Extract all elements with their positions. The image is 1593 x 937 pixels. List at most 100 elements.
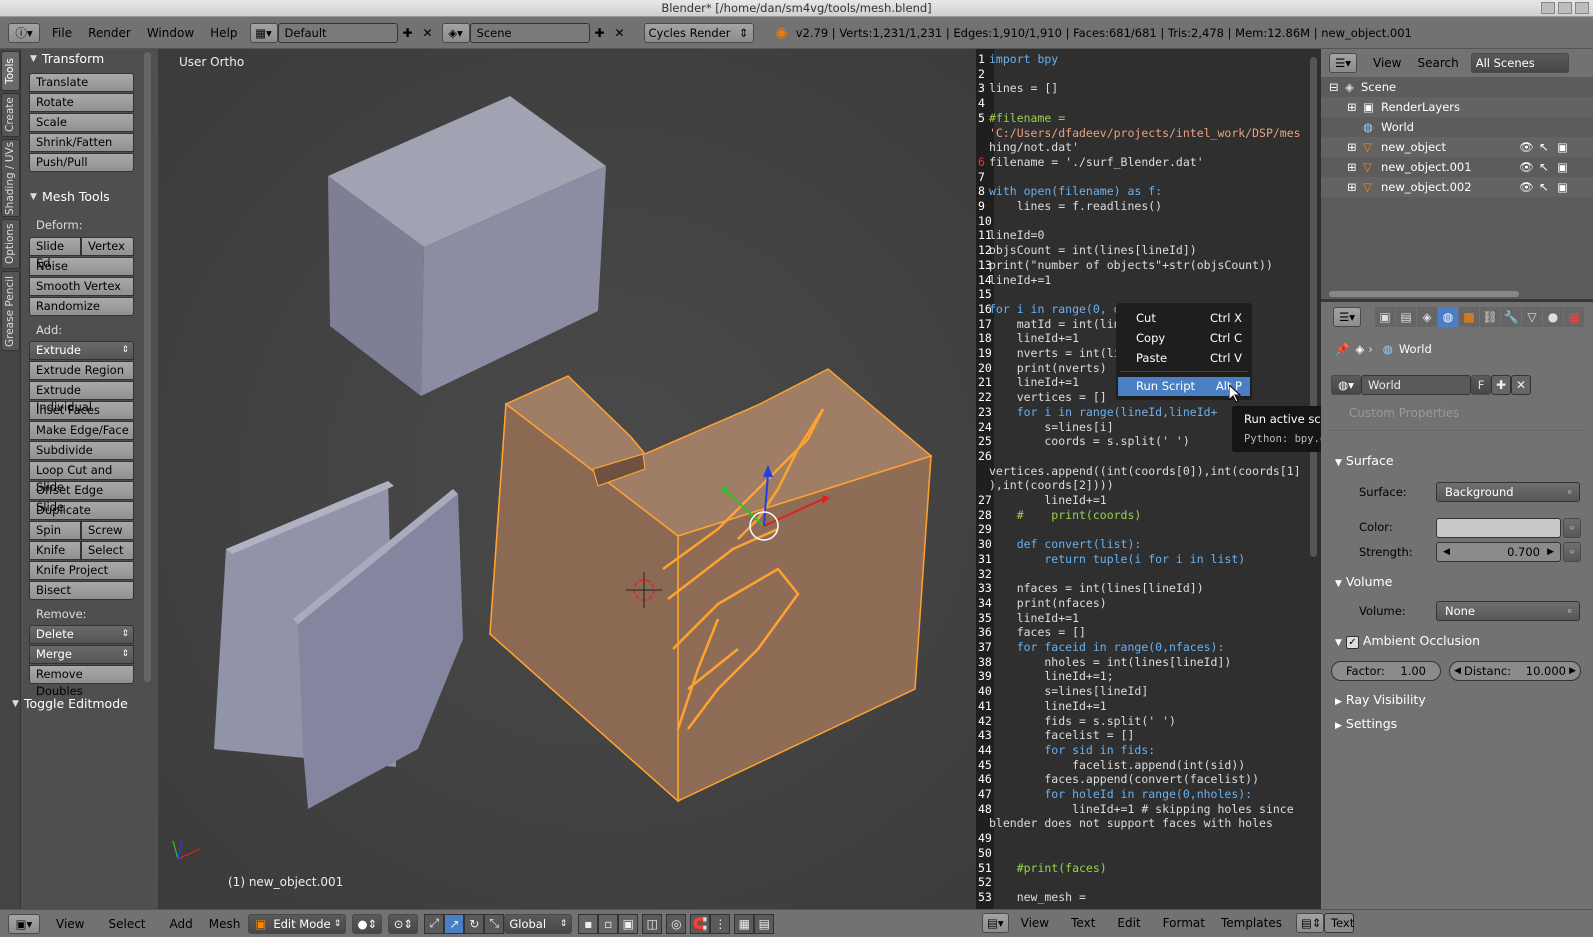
ao-checkbox[interactable]: ✓ — [1345, 636, 1359, 649]
snap-element-icon[interactable]: ⋮ — [710, 913, 731, 934]
text-menu-templates[interactable]: Templates — [1221, 916, 1282, 930]
volume-shader-dropdown[interactable]: None ◦ — [1436, 601, 1580, 621]
scene-tab-icon[interactable]: ◈ — [1417, 307, 1437, 327]
text-editor-scrollbar[interactable] — [1310, 57, 1317, 557]
add-scene-icon[interactable]: ✚ — [590, 23, 610, 43]
code-line[interactable]: lines = f.readlines() — [989, 199, 1309, 214]
code-line[interactable] — [989, 831, 1309, 846]
code-line[interactable]: hing/not.dat' — [989, 140, 1309, 155]
select-arrow-icon[interactable]: ↖ — [1539, 157, 1549, 177]
data-tab-icon[interactable]: ▽ — [1522, 307, 1542, 327]
outliner-row-new-object[interactable]: ⊞ ▽ new_object 👁 ↖ ▣ — [1321, 137, 1593, 157]
decrement-arrow-icon[interactable]: ◀ — [1454, 662, 1461, 680]
render-camera-icon[interactable]: ▣ — [1557, 137, 1568, 157]
code-line[interactable]: ),int(coords[2]))) — [989, 478, 1309, 493]
add-layout-icon[interactable]: ✚ — [398, 23, 418, 43]
pin-icon[interactable]: 📌 — [1335, 342, 1349, 356]
text-menu-edit[interactable]: Edit — [1117, 916, 1140, 930]
code-line[interactable]: blender does not support faces with hole… — [989, 816, 1309, 831]
knife-project-button[interactable]: Knife Project — [29, 561, 134, 580]
text-datablock-name[interactable]: Text — [1323, 913, 1354, 933]
limit-selection-icon[interactable]: ◫ — [642, 913, 663, 934]
code-line[interactable]: objsCount = int(lines[lineId]) — [989, 243, 1309, 258]
settings-panel-header[interactable]: ▶ Settings — [1335, 716, 1397, 731]
maximize-button[interactable] — [1558, 2, 1572, 14]
outliner-row-world[interactable]: ◍ World — [1321, 117, 1593, 137]
menu-item-paste[interactable]: Paste Ctrl V — [1116, 349, 1252, 368]
fake-user-button[interactable]: F — [1471, 375, 1491, 395]
tab-options[interactable]: Options — [1, 219, 20, 269]
code-line[interactable]: return tuple(i for i in list) — [989, 552, 1309, 567]
viewport-shading-dropdown[interactable]: ●⇕ — [352, 913, 383, 934]
code-line[interactable]: nfaces = int(lines[lineId]) — [989, 581, 1309, 596]
editor-type-info-button[interactable]: ⓘ▾ — [8, 22, 40, 43]
outliner-row-new-object-002[interactable]: ⊞ ▽ new_object.002 👁 ↖ ▣ — [1321, 177, 1593, 197]
snap-toggle-icon[interactable]: 🧲 — [690, 913, 711, 934]
rotate-manipulator-icon[interactable]: ↻ — [464, 913, 485, 934]
code-line[interactable]: filename = './surf_Blender.dat' — [989, 155, 1309, 170]
outliner-menu-view[interactable]: View — [1373, 56, 1401, 70]
render-tab-icon[interactable]: ▣ — [1375, 307, 1395, 327]
text-menu-view[interactable]: View — [1021, 916, 1049, 930]
render-icon[interactable]: ▦ — [734, 913, 755, 934]
knife-select-button[interactable]: Select — [81, 541, 134, 560]
loop-cut-slide-button[interactable]: Loop Cut and Slide — [29, 461, 134, 494]
outliner-row-renderlayers[interactable]: ⊞ ▣ RenderLayers — [1321, 97, 1593, 117]
select-arrow-icon[interactable]: ↖ — [1539, 137, 1549, 157]
expand-icon[interactable]: ⊞ — [1347, 177, 1357, 197]
code-line[interactable] — [989, 214, 1309, 229]
ao-distance-field[interactable]: ◀ Distanc: 10.000 ▶ — [1449, 661, 1581, 681]
code-line[interactable]: lineId+=1 — [989, 493, 1309, 508]
code-line[interactable]: # print(coords) — [989, 508, 1309, 523]
code-line[interactable]: faces = [] — [989, 625, 1309, 640]
tab-tools[interactable]: Tools — [1, 51, 20, 91]
smooth-vertex-button[interactable]: Smooth Vertex — [29, 277, 134, 296]
expand-icon[interactable]: ⊞ — [1347, 157, 1357, 177]
3d-view-editor-type-button[interactable]: ▣▾ — [8, 913, 40, 934]
text-menu-text[interactable]: Text — [1071, 916, 1095, 930]
rotate-button[interactable]: Rotate — [29, 93, 134, 112]
view-menu-view[interactable]: View — [56, 917, 84, 931]
strength-field[interactable]: ◀ 0.700 ▶ — [1436, 542, 1561, 562]
view-menu-select[interactable]: Select — [108, 917, 145, 931]
new-world-icon[interactable]: ✚ — [1491, 375, 1511, 395]
code-line[interactable]: fids = s.split(' ') — [989, 714, 1309, 729]
code-line[interactable]: import bpy — [989, 52, 1309, 67]
code-line[interactable]: print("number of objects"+str(objsCount)… — [989, 258, 1309, 273]
code-line[interactable]: for faceid in range(0,nfaces): — [989, 640, 1309, 655]
visibility-eye-icon[interactable]: 👁 — [1519, 157, 1534, 177]
extrude-individual-button[interactable]: Extrude Individual — [29, 381, 134, 414]
remove-layout-icon[interactable]: ✕ — [418, 23, 438, 43]
code-line[interactable]: lineId=0 — [989, 228, 1309, 243]
code-line[interactable]: s=lines[lineId] — [989, 684, 1309, 699]
scale-button[interactable]: Scale — [29, 113, 134, 132]
code-line[interactable] — [989, 522, 1309, 537]
offset-edge-slide-button[interactable]: Offset Edge Slide — [29, 481, 134, 514]
color-link-button[interactable]: ◦ — [1563, 518, 1581, 538]
text-datablock-browse[interactable]: ▤⇕ — [1295, 913, 1324, 933]
extrude-region-button[interactable]: Extrude Region — [29, 361, 134, 380]
outliner-display-mode-dropdown[interactable]: All Scenes — [1470, 53, 1569, 73]
code-line[interactable] — [989, 567, 1309, 582]
proportional-editing-icon[interactable]: ◎ — [666, 913, 687, 934]
surface-shader-dropdown[interactable]: Background ◦ — [1436, 482, 1580, 502]
bisect-button[interactable]: Bisect — [29, 581, 134, 600]
code-line[interactable] — [989, 287, 1309, 302]
outliner-row-scene[interactable]: ⊟ ◈ Scene — [1321, 77, 1593, 97]
code-line[interactable]: facelist = [] — [989, 728, 1309, 743]
code-line[interactable]: def convert(list): — [989, 537, 1309, 552]
surface-panel-header[interactable]: ▼ Surface — [1335, 453, 1394, 468]
texture-tab-icon[interactable]: ▦ — [1564, 307, 1584, 327]
merge-dropdown[interactable]: Merge ⇕ — [29, 645, 134, 664]
slide-edge-button[interactable]: Slide Ed — [29, 237, 81, 270]
code-line[interactable]: lineId+=1 — [989, 611, 1309, 626]
world-browse-button[interactable]: ◍▾ — [1331, 375, 1361, 395]
material-tab-icon[interactable]: ● — [1543, 307, 1563, 327]
edge-select-icon[interactable]: ▫ — [598, 913, 619, 934]
menu-window[interactable]: Window — [147, 26, 194, 40]
decrement-arrow-icon[interactable]: ◀ — [1443, 543, 1450, 561]
expand-icon[interactable]: ⊟ — [1329, 77, 1339, 97]
code-line[interactable]: 'C:/Users/dfadeev/projects/intel_work/DS… — [989, 126, 1309, 141]
render-engine-dropdown[interactable]: Cycles Render ⇕ — [643, 22, 754, 43]
make-edge-face-button[interactable]: Make Edge/Face — [29, 421, 134, 440]
